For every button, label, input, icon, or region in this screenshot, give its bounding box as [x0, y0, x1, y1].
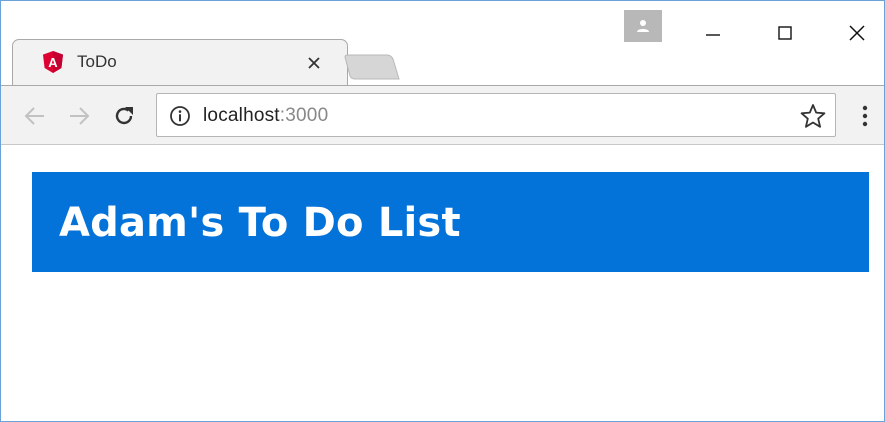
- bookmark-star-icon[interactable]: [800, 103, 826, 129]
- maximize-icon: [778, 26, 792, 40]
- minimize-icon: [706, 34, 720, 36]
- info-icon[interactable]: [169, 105, 191, 127]
- url-host: localhost: [203, 105, 280, 126]
- forward-button[interactable]: [65, 102, 93, 130]
- browser-toolbar: localhost:3000: [1, 85, 884, 145]
- close-icon: [308, 57, 320, 69]
- person-icon: [637, 20, 649, 32]
- page-content: Adam's To Do List: [1, 145, 884, 421]
- angular-icon: A: [43, 51, 63, 73]
- minimize-button[interactable]: [693, 15, 733, 51]
- reload-icon: [115, 107, 133, 125]
- new-tab-button[interactable]: [341, 51, 403, 85]
- maximize-button[interactable]: [765, 15, 805, 51]
- header-banner: Adam's To Do List: [32, 172, 869, 272]
- tab-title: ToDo: [77, 52, 117, 71]
- kebab-menu-icon: [862, 105, 868, 127]
- browser-window: A ToDo localhost:3000 Adam's To Do List: [0, 0, 885, 422]
- url-text: localhost:3000: [203, 105, 328, 127]
- browser-menu-button[interactable]: [852, 102, 878, 130]
- arrow-right-icon: [70, 107, 90, 125]
- window-close-button[interactable]: [837, 15, 877, 51]
- back-button[interactable]: [21, 102, 49, 130]
- page-title: Adam's To Do List: [59, 200, 461, 246]
- arrow-left-icon: [24, 107, 44, 125]
- browser-tab[interactable]: A ToDo: [12, 39, 348, 86]
- title-bar: A ToDo: [1, 1, 884, 86]
- url-port: :3000: [279, 105, 329, 126]
- angular-icon-letter: A: [48, 55, 58, 70]
- address-bar[interactable]: localhost:3000: [156, 93, 836, 137]
- tab-close-button[interactable]: [303, 52, 325, 74]
- profile-button[interactable]: [624, 10, 662, 42]
- close-icon: [849, 25, 865, 41]
- reload-button[interactable]: [110, 102, 138, 130]
